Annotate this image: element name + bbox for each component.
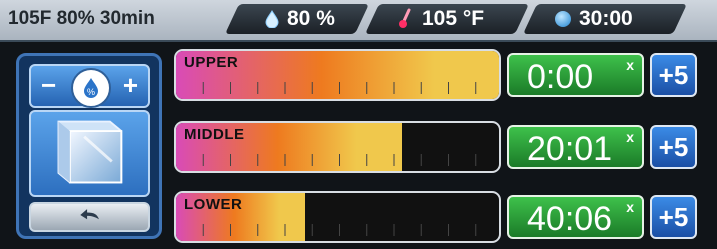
zone-ticks xyxy=(202,82,477,94)
humidity-status: 80 % xyxy=(265,4,335,34)
humidity-adjust: − % + xyxy=(29,64,150,108)
preset-name: 105F 80% 30min xyxy=(8,8,155,29)
cabinet-icon xyxy=(57,120,123,184)
back-button[interactable] xyxy=(29,202,150,232)
zone-label: MIDDLE xyxy=(184,126,245,143)
timer-dot-icon xyxy=(555,11,571,27)
temperature-status: 105 °F xyxy=(398,4,484,34)
zone-time: 20:01 xyxy=(527,130,613,168)
zone-time: 40:06 xyxy=(527,200,613,238)
zone-time: 0:00 xyxy=(527,58,594,96)
zone-progress-bar: MIDDLE xyxy=(174,121,501,173)
zone-ticks xyxy=(202,154,477,166)
zone-ticks xyxy=(202,224,477,236)
cabinet-door-button[interactable] xyxy=(29,110,150,197)
zone-progress-bar: UPPER xyxy=(174,49,501,101)
zone-row-upper: UPPER 0:00 x +5 xyxy=(174,49,701,101)
thermometer-icon xyxy=(399,8,411,28)
humidity-control-panel: − % + xyxy=(16,53,162,239)
add-five-minutes-button[interactable]: +5 xyxy=(650,195,697,239)
temperature-value: 105 °F xyxy=(422,7,485,30)
zone-timer-button[interactable]: 0:00 x xyxy=(507,53,644,97)
add-five-minutes-button[interactable]: +5 xyxy=(650,125,697,169)
zone-progress-bar: LOWER xyxy=(174,191,501,243)
water-drop-icon xyxy=(265,10,279,28)
zone-row-lower: LOWER 40:06 x +5 xyxy=(174,191,701,243)
humidity-value: 80 % xyxy=(287,7,335,30)
cabinet-control-screen: 105F 80% 30min 80 % 105 °F 30:00 − % + U… xyxy=(0,0,717,249)
zone-label: LOWER xyxy=(184,196,243,213)
timer-status: 30:00 xyxy=(555,4,633,34)
zone-timer-button[interactable]: 20:01 x xyxy=(507,125,644,169)
clear-timer-icon[interactable]: x xyxy=(626,57,634,73)
humidity-minus-button[interactable]: − xyxy=(41,70,56,101)
humidity-plus-button[interactable]: + xyxy=(123,70,138,101)
clear-timer-icon[interactable]: x xyxy=(626,199,634,215)
zone-row-middle: MIDDLE 20:01 x +5 xyxy=(174,121,701,173)
svg-text:%: % xyxy=(87,87,95,97)
humidity-icon: % xyxy=(71,68,111,108)
add-five-minutes-button[interactable]: +5 xyxy=(650,53,697,97)
timer-value: 30:00 xyxy=(579,7,633,30)
back-arrow-icon xyxy=(80,209,99,220)
status-bar: 105F 80% 30min 80 % 105 °F 30:00 xyxy=(0,0,717,42)
clear-timer-icon[interactable]: x xyxy=(626,129,634,145)
percent-drop-icon: % xyxy=(84,78,98,98)
zone-label: UPPER xyxy=(184,54,239,71)
zone-timer-button[interactable]: 40:06 x xyxy=(507,195,644,239)
